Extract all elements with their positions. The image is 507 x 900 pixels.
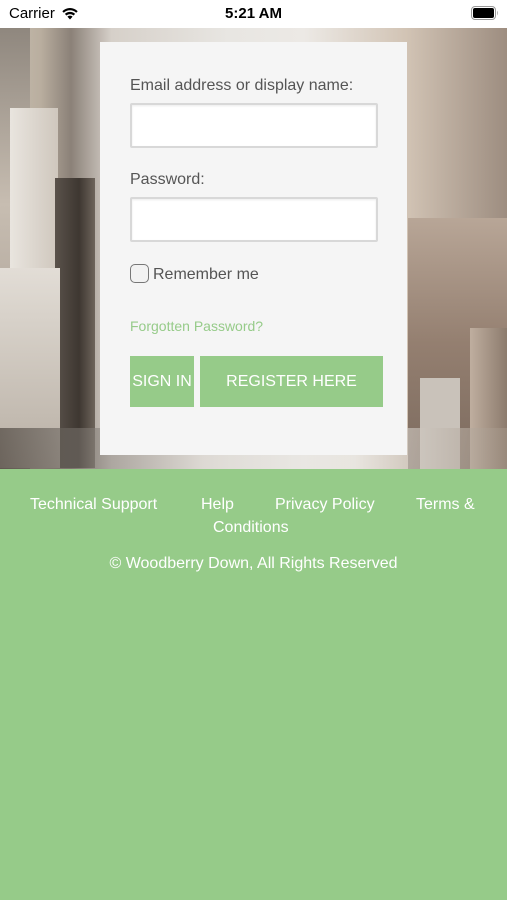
status-bar: Carrier 5:21 AM [0,0,507,28]
help-link[interactable]: Help [201,496,234,514]
terms-link-line1[interactable]: Terms & [416,496,475,514]
remember-me-label[interactable]: Remember me [153,266,259,284]
forgot-password-link[interactable]: Forgotten Password? [130,318,263,334]
technical-support-link[interactable]: Technical Support [30,496,157,514]
password-label: Password: [130,171,205,188]
footer: Technical Support Help Privacy Policy Te… [0,469,507,900]
register-button[interactable]: REGISTER HERE [200,356,383,407]
email-label: Email address or display name: [130,77,354,94]
login-card: Email address or display name: Password:… [100,42,407,455]
remember-me-checkbox[interactable] [130,264,149,283]
terms-link-line2[interactable]: Conditions [213,519,289,537]
battery-icon [471,6,498,20]
copyright-text: © Woodberry Down, All Rights Reserved [109,555,398,572]
email-field[interactable] [130,103,378,148]
password-field[interactable] [130,197,378,242]
clock: 5:21 AM [225,5,282,22]
sign-in-button[interactable]: SIGN IN [130,356,194,407]
privacy-policy-link[interactable]: Privacy Policy [275,496,375,514]
